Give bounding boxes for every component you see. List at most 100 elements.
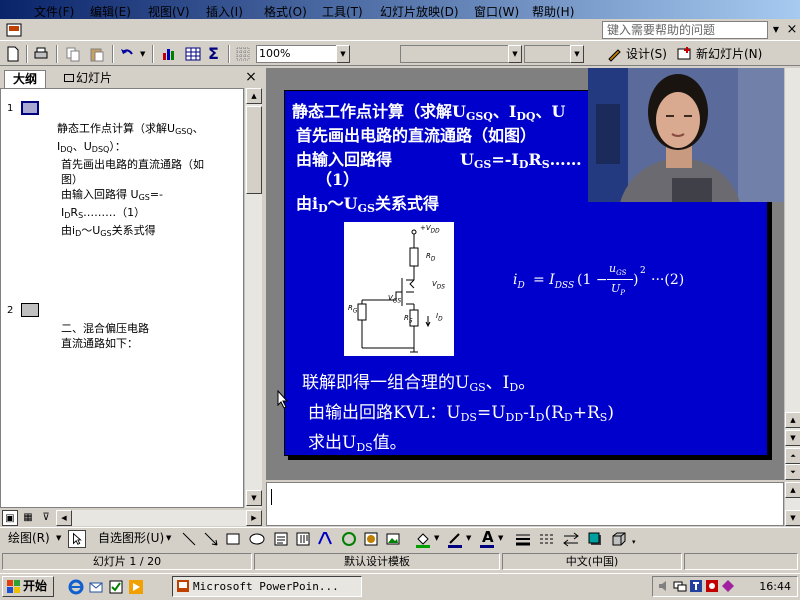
shadow-style-icon[interactable]	[586, 530, 604, 548]
previous-slide-icon[interactable]: ⏶	[785, 448, 800, 464]
toolbar-options-icon[interactable]: ▾	[632, 538, 636, 546]
slide-thumbnail-icon[interactable]	[21, 101, 39, 115]
insert-picture-icon[interactable]	[384, 530, 402, 548]
next-slide-icon[interactable]: ⏷	[785, 464, 800, 480]
line-color-icon[interactable]	[446, 530, 464, 548]
new-slide-icon[interactable]	[676, 45, 694, 63]
taskbar-powerpoint-button[interactable]: Microsoft PowerPoin...	[172, 576, 362, 597]
draw-menu-button[interactable]: 绘图(R)	[8, 531, 50, 545]
scroll-down-icon[interactable]: ▼	[785, 430, 800, 446]
tab-slides[interactable]: 幻灯片	[56, 70, 120, 88]
scroll-down-icon[interactable]: ▼	[785, 510, 800, 526]
outline-slide2-text[interactable]: 二、混合偏压电路 直流通路如下：	[61, 321, 149, 351]
insert-chart-icon[interactable]	[160, 45, 178, 63]
slide-sorter-view-icon[interactable]: ▦	[20, 510, 36, 526]
scroll-up-icon[interactable]: ▲	[246, 88, 262, 104]
3d-style-icon[interactable]	[610, 530, 628, 548]
start-button[interactable]: 开始	[2, 576, 54, 597]
help-question-input[interactable]: 键入需要帮助的问题	[602, 21, 768, 39]
menu-view[interactable]: 视图(V)	[148, 4, 190, 20]
line-icon[interactable]	[180, 530, 198, 548]
menu-window[interactable]: 窗口(W)	[474, 4, 519, 20]
slideshow-view-icon[interactable]: ⊽	[38, 510, 54, 526]
dash-style-icon[interactable]	[538, 530, 556, 548]
zoom-combo[interactable]: 100%	[256, 45, 338, 63]
close-pane-icon[interactable]: ×	[244, 70, 258, 84]
arrow-style-icon[interactable]	[562, 530, 580, 548]
tray-app-icon[interactable]	[721, 579, 735, 593]
font-color-dropdown-icon[interactable]: ▼	[498, 534, 503, 542]
powerpoint-app-icon[interactable]	[6, 22, 22, 38]
line-color-dropdown-icon[interactable]: ▼	[466, 534, 471, 542]
rectangle-icon[interactable]	[224, 530, 242, 548]
line-style-icon[interactable]	[514, 530, 532, 548]
new-slide-button[interactable]: 新幻灯片(N)	[696, 47, 762, 61]
menu-tools[interactable]: 工具(T)	[322, 4, 363, 20]
select-objects-icon[interactable]	[68, 530, 86, 548]
notes-pane[interactable]	[266, 482, 784, 526]
menu-insert[interactable]: 插入(I)	[206, 4, 243, 20]
undo-icon[interactable]	[118, 45, 136, 63]
clip-art-icon[interactable]	[362, 530, 380, 548]
scroll-right-icon[interactable]: ▶	[246, 510, 262, 526]
undo-dropdown-icon[interactable]: ▼	[140, 50, 145, 58]
menu-format[interactable]: 格式(O)	[264, 4, 307, 20]
diagram-icon[interactable]	[340, 530, 358, 548]
autoshapes-dropdown-icon[interactable]: ▼	[166, 534, 171, 542]
close-window-icon[interactable]: ×	[786, 22, 798, 38]
font-color-icon[interactable]: A	[482, 528, 494, 546]
autosum-icon[interactable]: Σ	[208, 44, 219, 63]
menu-help[interactable]: 帮助(H)	[532, 4, 574, 20]
insert-table-icon[interactable]	[184, 45, 202, 63]
arrow-icon[interactable]	[202, 530, 220, 548]
menu-slideshow[interactable]: 幻灯片放映(D)	[380, 4, 459, 20]
outline-slide1-text[interactable]: 静态工作点计算（求解UGSQ、 IDQ、UDSQ）： 首先画出电路的直流通路（如 图）…	[57, 121, 204, 241]
tray-ime-icon[interactable]	[689, 579, 703, 593]
scroll-thumb[interactable]	[246, 106, 262, 194]
scroll-up-icon[interactable]: ▲	[785, 412, 800, 428]
print-icon[interactable]	[32, 45, 50, 63]
design-button[interactable]: 设计(S)	[626, 47, 667, 61]
vertical-textbox-icon[interactable]	[294, 530, 312, 548]
scroll-down-icon[interactable]: ▼	[246, 490, 262, 506]
media-player-icon[interactable]	[128, 579, 144, 595]
slide-line-4[interactable]: （1）	[316, 166, 359, 190]
menu-edit[interactable]: 编辑(E)	[90, 4, 131, 20]
textbox-icon[interactable]	[272, 530, 290, 548]
outline-scrollbar[interactable]: ▲ ▼	[244, 88, 262, 508]
autoshapes-menu-button[interactable]: 自选图形(U)	[98, 531, 164, 545]
fill-color-icon[interactable]	[414, 530, 432, 548]
draw-dropdown-icon[interactable]: ▼	[56, 534, 61, 542]
outlook-express-icon[interactable]	[88, 579, 104, 595]
check-tool-icon[interactable]	[108, 579, 124, 595]
slide-line-2[interactable]: 首先画出电路的直流通路（如图）	[296, 122, 536, 146]
menu-file[interactable]: 文件(F)	[34, 4, 74, 20]
slide-line-7[interactable]: 由输出回路KVL：UDS=UDD-ID(RD+RS)	[308, 398, 614, 424]
wordart-icon[interactable]	[316, 530, 334, 548]
fill-color-dropdown-icon[interactable]: ▼	[434, 534, 439, 542]
help-dropdown-arrow-icon[interactable]: ▼	[770, 22, 782, 38]
slide-thumbnail-icon[interactable]	[21, 303, 39, 317]
design-icon[interactable]	[606, 45, 624, 63]
slide-title[interactable]: 静态工作点计算（求解UGSQ、IDQ、U	[292, 98, 565, 123]
slide-scrollbar[interactable]: ▲ ▼ ⏶ ⏷	[784, 68, 800, 480]
slide-line-8[interactable]: 求出UDS值。	[308, 428, 407, 454]
tray-antivirus-icon[interactable]	[705, 579, 719, 593]
internet-explorer-icon[interactable]	[68, 579, 84, 595]
tab-outline[interactable]: 大纲	[4, 70, 47, 88]
notes-scrollbar[interactable]: ▲ ▼	[784, 482, 800, 526]
scroll-left-icon[interactable]: ◀	[56, 510, 72, 526]
slide-line-6[interactable]: 联解即得一组合理的UGS、ID。	[302, 368, 535, 394]
scroll-up-icon[interactable]: ▲	[785, 482, 800, 498]
normal-view-icon[interactable]: ▣	[2, 510, 18, 526]
new-document-icon[interactable]	[4, 45, 22, 63]
show-grid-icon[interactable]	[234, 45, 252, 63]
outline-hscrollbar[interactable]: ◀ ▶	[56, 510, 262, 526]
outline-pane[interactable]: 1 静态工作点计算（求解UGSQ、 IDQ、UDSQ）： 首先画出电路的直流通路（如…	[0, 88, 244, 508]
copy-icon[interactable]	[64, 45, 82, 63]
zoom-dropdown-icon[interactable]: ▼	[336, 45, 350, 63]
paste-icon[interactable]	[88, 45, 106, 63]
tray-network-icon[interactable]	[673, 579, 687, 593]
slide-line-5[interactable]: 由iD～UGS关系式得	[296, 190, 439, 215]
oval-icon[interactable]	[248, 530, 266, 548]
